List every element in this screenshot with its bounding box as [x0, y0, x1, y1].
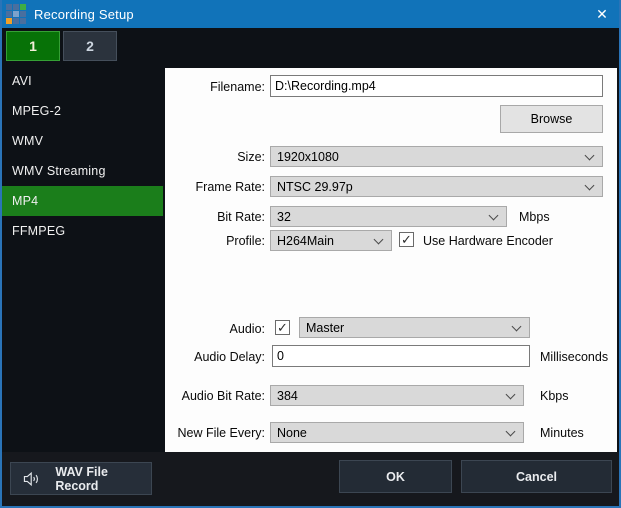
- chevron-down-icon: [506, 427, 516, 437]
- profile-label: Profile:: [102, 233, 265, 249]
- audio-bit-rate-value: 384: [277, 388, 298, 404]
- audio-source-select[interactable]: Master: [299, 317, 530, 338]
- audio-bit-rate-select[interactable]: 384: [270, 385, 524, 406]
- chevron-down-icon: [489, 211, 499, 221]
- size-value: 1920x1080: [277, 149, 339, 165]
- logo-square: [20, 11, 26, 17]
- ok-button[interactable]: OK: [339, 460, 452, 493]
- check-icon: ✓: [401, 233, 412, 246]
- new-file-every-label: New File Every:: [102, 425, 265, 441]
- new-file-every-unit: Minutes: [540, 425, 584, 441]
- titlebar: Recording Setup ✕: [0, 0, 621, 28]
- bit-rate-unit: Mbps: [519, 209, 550, 225]
- frame-rate-select[interactable]: NTSC 29.97p: [270, 176, 603, 197]
- use-hardware-encoder-checkbox[interactable]: ✓: [399, 232, 414, 247]
- logo-square: [20, 4, 26, 10]
- bit-rate-select[interactable]: 32: [270, 206, 507, 227]
- size-select[interactable]: 1920x1080: [270, 146, 603, 167]
- tab-1[interactable]: 1: [6, 31, 60, 61]
- frame-rate-value: NTSC 29.97p: [277, 179, 353, 195]
- profile-select[interactable]: H264Main: [270, 230, 392, 251]
- audio-delay-unit: Milliseconds: [540, 349, 608, 365]
- footer-bar: WAV File Record OK Cancel: [2, 452, 619, 506]
- audio-bit-rate-label: Audio Bit Rate:: [102, 388, 265, 404]
- window-title: Recording Setup: [34, 7, 134, 22]
- browse-button[interactable]: Browse: [500, 105, 603, 133]
- new-file-every-select[interactable]: None: [270, 422, 524, 443]
- audio-checkbox[interactable]: ✓: [275, 320, 290, 335]
- logo-square: [13, 11, 19, 17]
- logo-square: [20, 18, 26, 24]
- use-hardware-encoder-label: Use Hardware Encoder: [423, 233, 553, 249]
- chevron-down-icon: [506, 390, 516, 400]
- audio-label: Audio:: [102, 321, 265, 337]
- bit-rate-value: 32: [277, 209, 291, 225]
- chevron-down-icon: [585, 151, 595, 161]
- bit-rate-label: Bit Rate:: [102, 209, 265, 225]
- audio-delay-label: Audio Delay:: [102, 349, 265, 365]
- cancel-button[interactable]: Cancel: [461, 460, 612, 493]
- logo-square: [6, 11, 12, 17]
- logo-square: [13, 18, 19, 24]
- wav-file-record-button[interactable]: WAV File Record: [10, 462, 152, 495]
- profile-value: H264Main: [277, 233, 334, 249]
- chevron-down-icon: [512, 322, 522, 332]
- speaker-icon: [23, 471, 41, 487]
- recording-setup-dialog: Recording Setup ✕ 1 2 AVI MPEG-2 WMV WMV…: [0, 0, 621, 508]
- logo-square: [6, 18, 12, 24]
- frame-rate-label: Frame Rate:: [102, 179, 265, 195]
- new-file-every-value: None: [277, 425, 307, 441]
- audio-bit-rate-unit: Kbps: [540, 388, 569, 404]
- wav-file-record-label: WAV File Record: [55, 465, 151, 493]
- check-icon: ✓: [277, 321, 288, 334]
- filename-input[interactable]: [270, 75, 603, 97]
- size-label: Size:: [102, 149, 265, 165]
- chevron-down-icon: [585, 181, 595, 191]
- sidebar-item-mpeg2[interactable]: MPEG-2: [2, 96, 163, 126]
- chevron-down-icon: [374, 235, 384, 245]
- tab-2[interactable]: 2: [63, 31, 117, 61]
- close-icon[interactable]: ✕: [585, 0, 619, 28]
- audio-source-value: Master: [306, 320, 344, 336]
- audio-delay-input[interactable]: [272, 345, 530, 367]
- filename-label: Filename:: [102, 79, 265, 95]
- logo-square: [6, 4, 12, 10]
- app-logo-icon: [6, 4, 26, 24]
- logo-square: [13, 4, 19, 10]
